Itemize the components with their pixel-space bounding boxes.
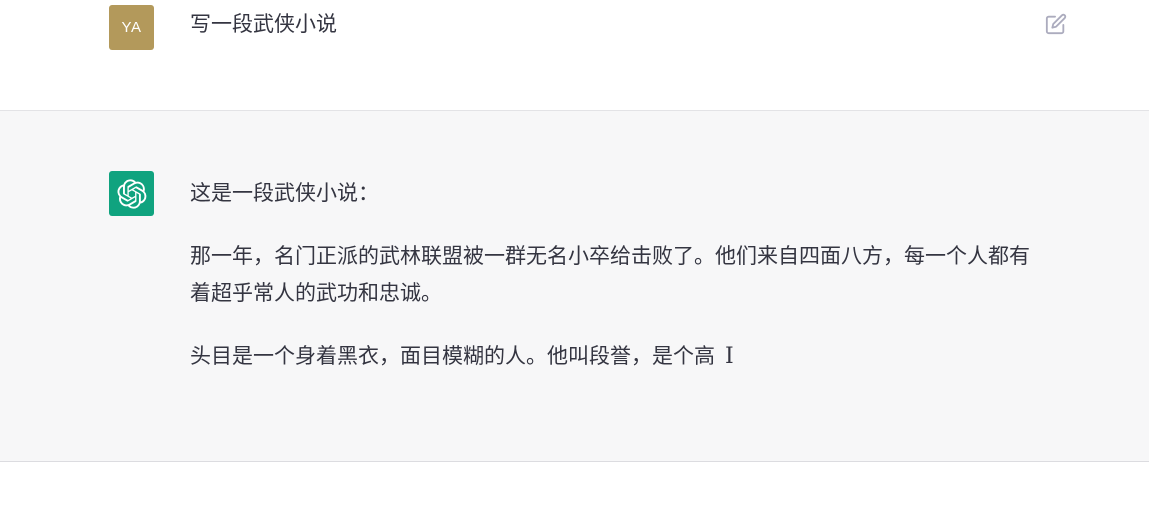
- assistant-avatar: [109, 171, 154, 216]
- openai-logo-icon: [116, 178, 146, 209]
- edit-icon: [1045, 13, 1067, 35]
- edit-message-button[interactable]: [1043, 11, 1069, 37]
- assistant-paragraph-text: 头目是一个身着黑衣，面目模糊的人。他叫段誉，是个高: [190, 344, 715, 368]
- assistant-paragraph: 头目是一个身着黑衣，面目模糊的人。他叫段誉，是个高 I: [190, 338, 1050, 375]
- chat-page: YA 写一段武侠小说 这是一段武侠小说： 那一年，名门正派的武林联盟被一群无名小…: [0, 0, 1149, 531]
- user-message-row: YA 写一段武侠小说: [0, 0, 1149, 111]
- user-avatar: YA: [109, 5, 154, 50]
- text-cursor-icon: I: [725, 344, 734, 369]
- user-message-text: 写一段武侠小说: [190, 12, 337, 36]
- assistant-message-row: 这是一段武侠小说： 那一年，名门正派的武林联盟被一群无名小卒给击败了。他们来自四…: [0, 111, 1149, 462]
- assistant-paragraph: 这是一段武侠小说：: [190, 181, 379, 205]
- assistant-paragraph: 那一年，名门正派的武林联盟被一群无名小卒给击败了。他们来自四面八方，每一个人都有…: [190, 244, 1030, 305]
- assistant-message-text: 这是一段武侠小说： 那一年，名门正派的武林联盟被一群无名小卒给击败了。他们来自四…: [190, 175, 1050, 401]
